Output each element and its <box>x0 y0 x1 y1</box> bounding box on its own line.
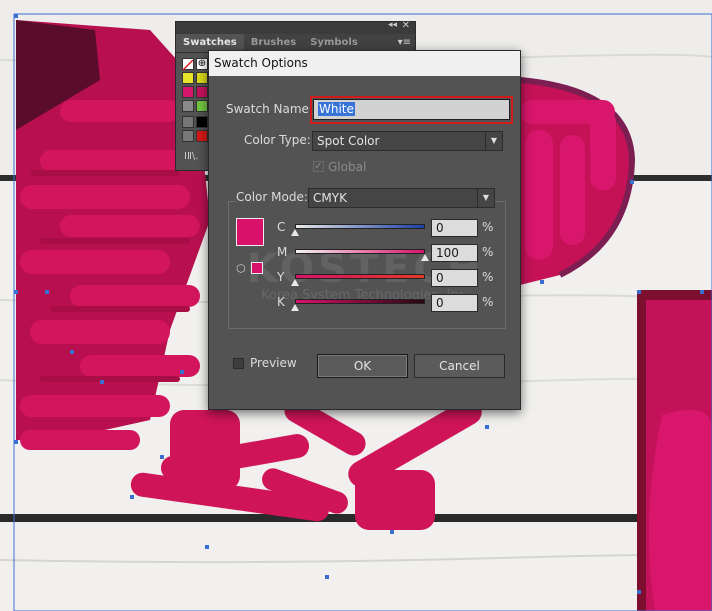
close-panel-icon[interactable]: ✕ <box>402 20 410 31</box>
color-mode-select[interactable]: CMYK ▼ <box>308 188 495 208</box>
yellow-input[interactable]: 0 <box>431 269 478 287</box>
black-label: K <box>277 295 285 309</box>
swatch-options-dialog: Swatch Options KOSTECH Korea System Tech… <box>208 50 521 410</box>
swatch-yellow-2[interactable] <box>196 72 208 84</box>
preview-label: Preview <box>250 356 297 370</box>
swatch-magenta-2[interactable] <box>196 86 208 98</box>
magenta-input[interactable]: 100 <box>431 244 478 262</box>
collapse-panel-icon[interactable]: ◂◂ <box>388 20 397 30</box>
chevron-down-icon: ▼ <box>485 132 502 150</box>
web-safe-color-swatch[interactable] <box>251 262 263 274</box>
preview-checkbox[interactable] <box>233 358 244 369</box>
magenta-percent: % <box>482 245 494 259</box>
color-type-value: Spot Color <box>317 134 380 148</box>
yellow-slider[interactable] <box>295 274 425 279</box>
yellow-percent: % <box>482 270 494 284</box>
black-slider[interactable] <box>295 299 425 304</box>
dialog-title[interactable]: Swatch Options <box>209 51 520 76</box>
swatch-name-value: White <box>318 102 355 116</box>
swatch-name-input[interactable]: White <box>313 99 510 120</box>
registration-icon: ⊕ <box>197 58 207 69</box>
magenta-slider-thumb[interactable] <box>421 254 429 261</box>
magenta-label: M <box>277 245 288 259</box>
swatch-black[interactable] <box>196 116 208 128</box>
cyan-label: C <box>277 220 286 234</box>
cyan-percent: % <box>482 220 494 234</box>
cyan-slider[interactable] <box>295 224 425 229</box>
swatch-magenta[interactable] <box>182 86 194 98</box>
color-type-select[interactable]: Spot Color ▼ <box>312 131 503 151</box>
yellow-label: Y <box>277 270 285 284</box>
yellow-slider-thumb[interactable] <box>291 279 299 286</box>
chevron-down-icon: ▼ <box>477 189 494 207</box>
swatch-registration[interactable]: ⊕ <box>196 58 208 70</box>
cyan-input[interactable]: 0 <box>431 219 478 237</box>
swatch-green[interactable] <box>196 100 208 112</box>
swatch-none[interactable] <box>182 58 194 71</box>
swatch-folder-2[interactable] <box>182 130 194 142</box>
color-type-label: Color Type: <box>244 133 311 147</box>
color-mode-label: Color Mode: <box>236 190 311 204</box>
global-checkbox[interactable]: ✓ <box>313 161 324 172</box>
magenta-slider[interactable] <box>295 249 425 254</box>
swatch-red[interactable] <box>196 130 208 142</box>
out-of-web-gamut-icon[interactable]: ⬡ <box>236 262 246 275</box>
black-input[interactable]: 0 <box>431 294 478 312</box>
swatch-yellow[interactable] <box>182 72 194 84</box>
black-percent: % <box>482 295 494 309</box>
color-mode-value: CMYK <box>313 191 347 205</box>
swatch-name-label: Swatch Name: <box>226 102 313 116</box>
checkmark-icon: ✓ <box>314 161 323 172</box>
cyan-slider-thumb[interactable] <box>291 229 299 236</box>
swatch-folder-1[interactable] <box>182 116 194 128</box>
swatch-libraries-icon[interactable]: ⅠⅡ\. <box>184 151 198 162</box>
panel-title-bar[interactable]: ◂◂ ✕ <box>176 20 415 34</box>
color-preview-swatch <box>236 218 264 246</box>
none-swatch-icon <box>182 59 194 71</box>
ok-button[interactable]: OK <box>317 354 408 378</box>
global-label: Global <box>328 160 367 174</box>
cancel-button[interactable]: Cancel <box>414 354 505 378</box>
black-slider-thumb[interactable] <box>291 304 299 311</box>
swatch-pattern[interactable] <box>182 100 194 112</box>
